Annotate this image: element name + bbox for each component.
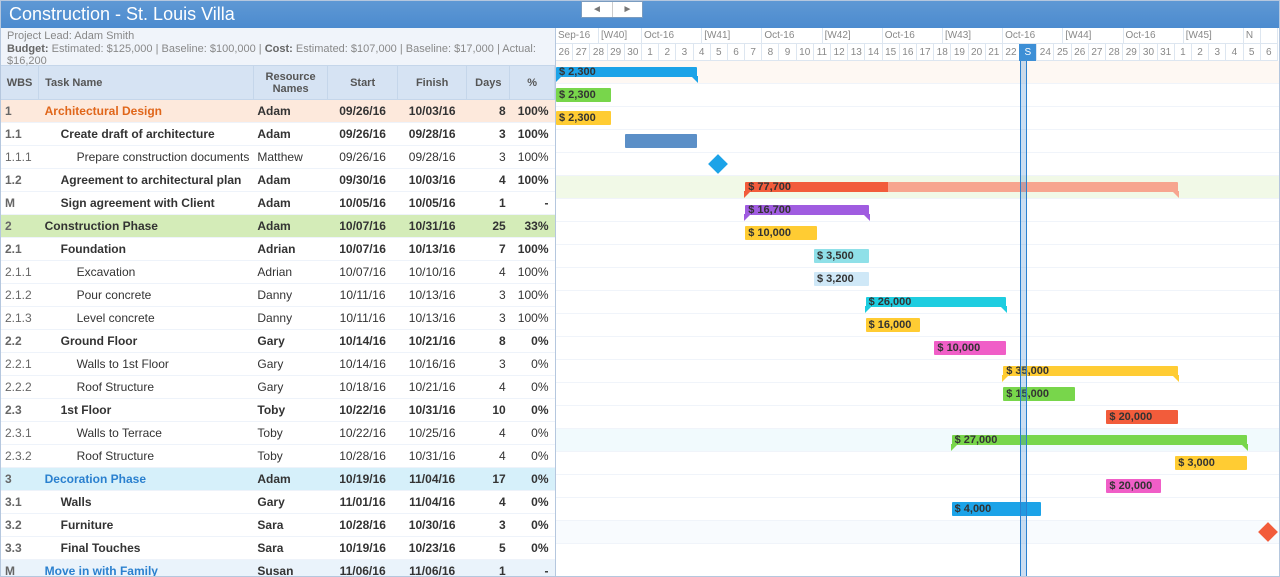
task-row[interactable]: 2.2.2Roof StructureGary10/18/1610/21/164…: [1, 376, 555, 399]
gantt-row[interactable]: [556, 130, 1279, 153]
milestone-marker[interactable]: [708, 154, 728, 174]
gantt-row[interactable]: $ 3,000: [556, 452, 1279, 475]
gantt-row[interactable]: $ 3,500: [556, 245, 1279, 268]
task-row[interactable]: 1.1Create draft of architectureAdam09/26…: [1, 123, 555, 146]
gantt-row[interactable]: $ 27,000: [556, 429, 1279, 452]
gantt-task-bar[interactable]: $ 16,000: [866, 318, 921, 332]
task-row[interactable]: 3.1WallsGary11/01/1611/04/1640%: [1, 491, 555, 514]
gantt-task-bar[interactable]: $ 10,000: [934, 341, 1006, 355]
gantt-task-bar[interactable]: $ 2,300: [556, 88, 611, 102]
gantt-task-bar[interactable]: $ 3,500: [814, 249, 869, 263]
task-row[interactable]: 2.3.1Walls to TerraceToby10/22/1610/25/1…: [1, 422, 555, 445]
gantt-pane[interactable]: Sep-16[W40]Oct-16[W41]Oct-16[W42]Oct-16[…: [556, 28, 1279, 576]
task-row[interactable]: 1.2Agreement to architectural planAdam09…: [1, 169, 555, 192]
task-row[interactable]: 2.1.1ExcavationAdrian10/07/1610/10/16410…: [1, 261, 555, 284]
budget-label: Budget:: [7, 43, 49, 55]
project-info: Project Lead: Adam Smith Budget: Estimat…: [1, 28, 555, 66]
gantt-row[interactable]: $ 16,700: [556, 199, 1279, 222]
gantt-row[interactable]: $ 16,000: [556, 314, 1279, 337]
project-lead-label: Project Lead:: [7, 30, 72, 42]
gantt-task-bar[interactable]: [625, 134, 697, 148]
gantt-row[interactable]: [556, 153, 1279, 176]
task-row[interactable]: 1.1.1Prepare construction documentsMatth…: [1, 146, 555, 169]
col-finish[interactable]: Finish: [397, 66, 467, 100]
task-row[interactable]: 2.31st FloorToby10/22/1610/31/16100%: [1, 399, 555, 422]
task-row[interactable]: 2.1.2Pour concreteDanny10/11/1610/13/163…: [1, 284, 555, 307]
gantt-summary-bar[interactable]: $ 35,000: [1003, 366, 1178, 376]
gantt-row[interactable]: $ 20,000: [556, 406, 1279, 429]
gantt-row[interactable]: $ 4,000: [556, 498, 1279, 521]
task-table-pane: Project Lead: Adam Smith Budget: Estimat…: [1, 28, 556, 576]
task-row[interactable]: 1Architectural DesignAdam09/26/1610/03/1…: [1, 100, 555, 123]
gantt-row[interactable]: $ 15,000: [556, 383, 1279, 406]
gantt-task-bar[interactable]: $ 3,200: [814, 272, 869, 286]
task-row[interactable]: MSign agreement with ClientAdam10/05/161…: [1, 192, 555, 215]
timeline-next-button[interactable]: ►: [612, 2, 642, 17]
gantt-row[interactable]: $ 35,000: [556, 360, 1279, 383]
col-name[interactable]: Task Name: [39, 66, 254, 100]
gantt-task-bar[interactable]: $ 20,000: [1106, 410, 1178, 424]
timeline-nav: ◄ ►: [581, 1, 643, 18]
task-table[interactable]: WBS Task Name Resource Names Start Finis…: [1, 66, 555, 577]
gantt-row[interactable]: $ 20,000: [556, 475, 1279, 498]
task-row[interactable]: 3.2FurnitureSara10/28/1610/30/1630%: [1, 514, 555, 537]
task-row[interactable]: 2.1FoundationAdrian10/07/1610/13/167100%: [1, 238, 555, 261]
gantt-task-bar[interactable]: $ 3,000: [1175, 456, 1247, 470]
gantt-summary-bar[interactable]: $ 16,700: [745, 205, 868, 215]
cost-label: Cost:: [265, 43, 293, 55]
gantt-task-bar[interactable]: $ 15,000: [1003, 387, 1075, 401]
milestone-marker[interactable]: [1258, 522, 1278, 542]
gantt-row[interactable]: $ 10,000: [556, 222, 1279, 245]
task-row[interactable]: 2.1.3Level concreteDanny10/11/1610/13/16…: [1, 307, 555, 330]
title-bar: Construction - St. Louis Villa ◄ ►: [1, 1, 1279, 28]
col-days[interactable]: Days: [467, 66, 510, 100]
gantt-row[interactable]: $ 2,300: [556, 84, 1279, 107]
task-row[interactable]: MMove in with FamilySusan11/06/1611/06/1…: [1, 560, 555, 577]
gantt-row[interactable]: [556, 521, 1279, 544]
gantt-row[interactable]: $ 77,700: [556, 176, 1279, 199]
timeline-header: Sep-16[W40]Oct-16[W41]Oct-16[W42]Oct-16[…: [556, 28, 1279, 61]
gantt-row[interactable]: $ 2,300: [556, 107, 1279, 130]
gantt-task-bar[interactable]: $ 2,300: [556, 111, 611, 125]
col-res[interactable]: Resource Names: [253, 66, 327, 100]
task-row[interactable]: 3Decoration PhaseAdam10/19/1611/04/16170…: [1, 468, 555, 491]
task-row[interactable]: 2.2.1Walls to 1st FloorGary10/14/1610/16…: [1, 353, 555, 376]
gantt-summary-bar[interactable]: $ 26,000: [866, 297, 1007, 307]
gantt-task-bar[interactable]: $ 10,000: [745, 226, 817, 240]
gantt-summary-bar[interactable]: $ 2,300: [556, 67, 697, 77]
col-start[interactable]: Start: [328, 66, 398, 100]
project-title: Construction - St. Louis Villa: [9, 4, 235, 25]
col-pct[interactable]: %: [510, 66, 555, 100]
gantt-summary-bar[interactable]: $ 77,700: [745, 182, 1178, 192]
task-row[interactable]: 3.3Final TouchesSara10/19/1610/23/1650%: [1, 537, 555, 560]
today-marker: S: [1019, 44, 1036, 61]
gantt-task-bar[interactable]: $ 20,000: [1106, 479, 1161, 493]
gantt-area[interactable]: $ 2,300 $ 2,300 $ 2,300 $ 77,700 $ 16,700 $ 1…: [556, 61, 1279, 576]
col-wbs[interactable]: WBS: [1, 66, 39, 100]
task-row[interactable]: 2.2Ground FloorGary10/14/1610/21/1680%: [1, 330, 555, 353]
gantt-summary-bar[interactable]: $ 27,000: [952, 435, 1247, 445]
task-row[interactable]: 2Construction PhaseAdam10/07/1610/31/162…: [1, 215, 555, 238]
gantt-row[interactable]: $ 26,000: [556, 291, 1279, 314]
gantt-row[interactable]: $ 2,300: [556, 61, 1279, 84]
timeline-prev-button[interactable]: ◄: [582, 2, 612, 17]
project-lead-value: Adam Smith: [74, 30, 134, 42]
gantt-row[interactable]: $ 10,000: [556, 337, 1279, 360]
task-row[interactable]: 2.3.2Roof StructureToby10/28/1610/31/164…: [1, 445, 555, 468]
gantt-row[interactable]: $ 3,200: [556, 268, 1279, 291]
today-line: [1020, 61, 1027, 576]
